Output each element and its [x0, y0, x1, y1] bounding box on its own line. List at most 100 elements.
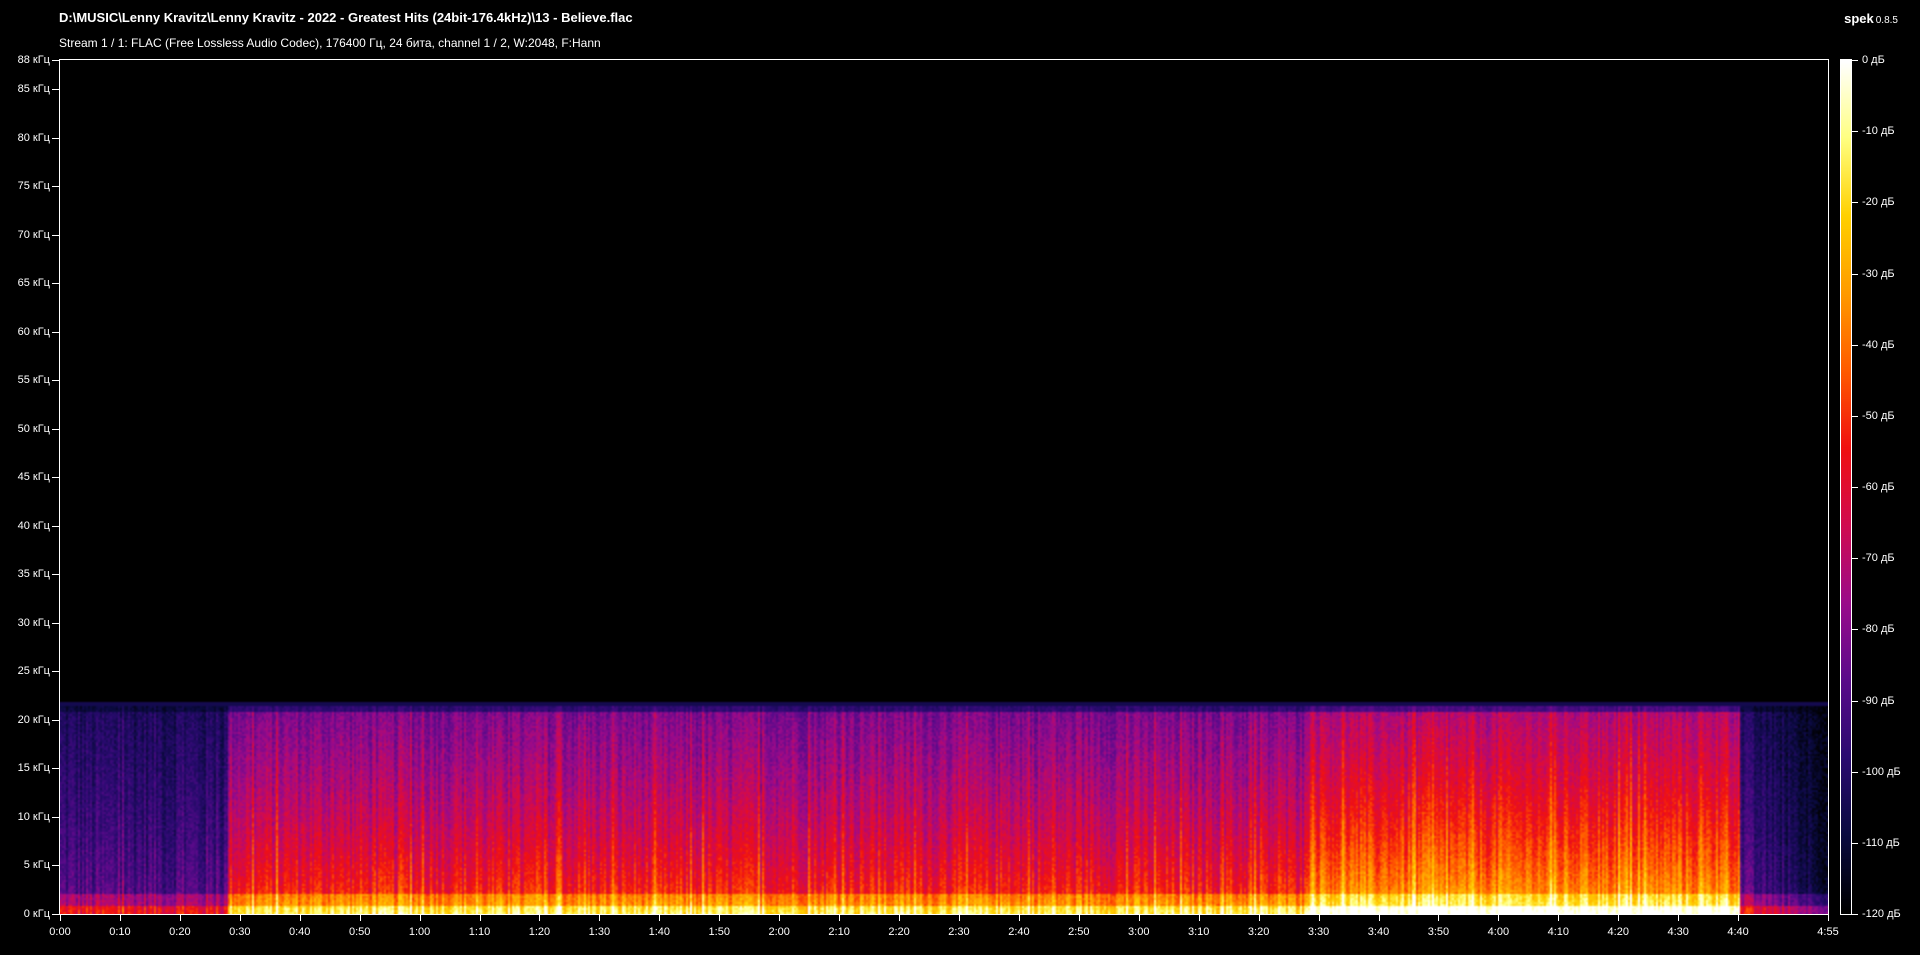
- time-tick: [1618, 915, 1620, 921]
- time-tick: [1828, 915, 1829, 921]
- freq-tick-label: 88 кГц: [17, 54, 50, 66]
- time-tick: [1498, 915, 1500, 921]
- freq-tick: [52, 283, 59, 285]
- level-tick-label: -60 дБ: [1862, 481, 1895, 493]
- freq-tick: [52, 428, 59, 430]
- freq-tick-label: 45 кГц: [17, 471, 50, 484]
- stream-info: Stream 1 / 1: FLAC (Free Lossless Audio …: [59, 36, 601, 50]
- level-tick: [1852, 914, 1858, 915]
- time-tick-label: 3:00: [1128, 926, 1150, 938]
- time-tick: [539, 915, 541, 921]
- time-tick-label: 4:00: [1487, 926, 1510, 938]
- time-tick: [1378, 915, 1380, 921]
- time-tick: [1198, 915, 1200, 921]
- freq-tick: [52, 60, 59, 61]
- time-tick: [1558, 915, 1560, 921]
- level-tick: [1852, 60, 1858, 61]
- time-tick-label: 0:30: [229, 926, 251, 938]
- time-tick: [599, 915, 601, 921]
- freq-tick: [52, 671, 59, 673]
- level-tick-label: -90 дБ: [1862, 694, 1895, 707]
- level-tick: [1852, 842, 1858, 844]
- freq-tick: [52, 525, 59, 527]
- level-tick-label: -110 дБ: [1862, 836, 1900, 849]
- time-tick: [479, 915, 481, 921]
- level-tick: [1852, 771, 1858, 773]
- time-tick-label: 2:40: [1008, 926, 1030, 938]
- level-tick-label: 0 дБ: [1862, 54, 1885, 66]
- time-tick-label: 4:10: [1547, 926, 1570, 938]
- freq-tick: [52, 865, 59, 867]
- time-tick: [179, 915, 181, 921]
- time-tick-label: 1:40: [648, 926, 671, 938]
- freq-tick: [52, 574, 59, 576]
- level-tick: [1852, 558, 1858, 560]
- time-tick-label: 4:30: [1667, 926, 1689, 938]
- freq-tick-label: 30 кГц: [17, 616, 50, 629]
- freq-tick: [52, 89, 59, 91]
- time-tick: [419, 915, 421, 921]
- freq-tick: [52, 719, 59, 721]
- freq-tick: [52, 768, 59, 770]
- time-tick: [779, 915, 781, 921]
- time-tick: [958, 915, 960, 921]
- time-tick-label: 2:10: [828, 926, 850, 938]
- freq-tick: [52, 622, 59, 624]
- time-tick-label: 1:50: [708, 926, 730, 938]
- time-tick: [119, 915, 121, 921]
- time-tick-label: 1:20: [528, 926, 551, 938]
- app-brand: spek 0.8.5: [1844, 11, 1898, 26]
- freq-tick-label: 40 кГц: [17, 519, 50, 532]
- freq-tick: [52, 914, 59, 915]
- time-tick: [1018, 915, 1020, 921]
- time-tick: [719, 915, 721, 921]
- time-tick: [1738, 915, 1740, 921]
- level-tick: [1852, 700, 1858, 702]
- colorbar-frame: [1840, 59, 1852, 915]
- time-tick: [60, 915, 61, 921]
- time-tick: [1258, 915, 1260, 921]
- level-tick: [1852, 487, 1858, 488]
- time-tick-label: 2:30: [948, 926, 970, 938]
- time-tick-label: 4:40: [1727, 926, 1749, 938]
- time-tick: [1138, 915, 1140, 921]
- level-tick: [1852, 415, 1858, 417]
- level-tick: [1852, 131, 1858, 133]
- freq-tick-label: 5 кГц: [23, 859, 50, 872]
- freq-tick-label: 60 кГц: [17, 325, 50, 338]
- time-tick-label: 0:20: [169, 926, 191, 938]
- freq-tick-label: 0 кГц: [23, 908, 50, 920]
- freq-tick: [52, 234, 59, 236]
- time-tick-label: 4:55: [1817, 926, 1839, 938]
- freq-tick-label: 25 кГц: [17, 665, 50, 678]
- time-tick-label: 4:20: [1607, 926, 1629, 938]
- freq-tick-label: 50 кГц: [17, 422, 50, 435]
- level-tick-label: -80 дБ: [1862, 623, 1895, 636]
- level-tick-label: -40 дБ: [1862, 338, 1895, 351]
- time-tick-label: 3:50: [1427, 926, 1450, 938]
- freq-tick: [52, 477, 59, 479]
- time-tick-label: 0:40: [289, 926, 311, 938]
- time-tick: [299, 915, 301, 921]
- level-tick: [1852, 344, 1858, 346]
- freq-tick-label: 35 кГц: [17, 568, 50, 581]
- file-path-title: D:\MUSIC\Lenny Kravitz\Lenny Kravitz - 2…: [59, 10, 633, 25]
- level-tick-label: -10 дБ: [1862, 125, 1895, 138]
- level-tick-label: -120 дБ: [1862, 908, 1901, 920]
- freq-tick: [52, 331, 59, 333]
- time-tick-label: 3:30: [1307, 926, 1330, 938]
- level-tick-label: -100 дБ: [1862, 765, 1901, 778]
- level-tick-label: -30 дБ: [1862, 267, 1895, 280]
- time-tick: [1318, 915, 1320, 921]
- time-tick-label: 3:40: [1367, 926, 1390, 938]
- freq-tick-label: 85 кГц: [17, 83, 50, 96]
- time-tick-label: 2:20: [888, 926, 910, 938]
- time-tick-label: 1:00: [408, 926, 431, 938]
- time-tick-label: 3:20: [1247, 926, 1270, 938]
- time-tick-label: 0:00: [49, 926, 71, 938]
- freq-tick: [52, 186, 59, 188]
- spectrogram-plot[interactable]: [60, 60, 1828, 914]
- time-tick-label: 0:10: [109, 926, 131, 938]
- freq-tick: [52, 380, 59, 382]
- freq-tick-label: 75 кГц: [17, 180, 50, 193]
